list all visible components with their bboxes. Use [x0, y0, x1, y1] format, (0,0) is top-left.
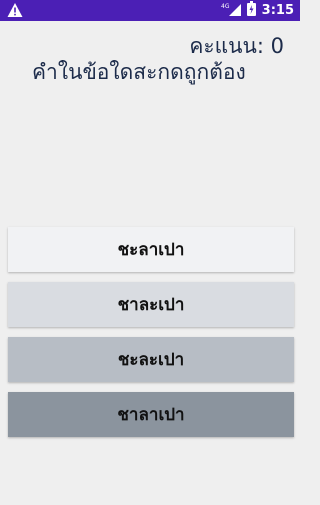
warning-icon — [7, 2, 23, 18]
network-type: 4G — [221, 3, 230, 10]
signal-icon: 4G — [221, 1, 243, 20]
answer-list: ชะลาเปา ชาละเปา ชะละเปา ชาลาเปา — [8, 227, 294, 447]
answer-button-4[interactable]: ชาลาเปา — [8, 392, 294, 437]
battery-icon — [246, 1, 256, 20]
answer-button-1[interactable]: ชะลาเปา — [8, 227, 294, 272]
answer-button-2[interactable]: ชาละเปา — [8, 282, 294, 327]
status-time: 3:15 — [261, 3, 294, 18]
answer-button-3[interactable]: ชะละเปา — [8, 337, 294, 382]
status-bar: 4G 3:15 — [0, 0, 300, 21]
question-text: คำในข้อใดสะกดถูกต้อง — [32, 60, 246, 84]
